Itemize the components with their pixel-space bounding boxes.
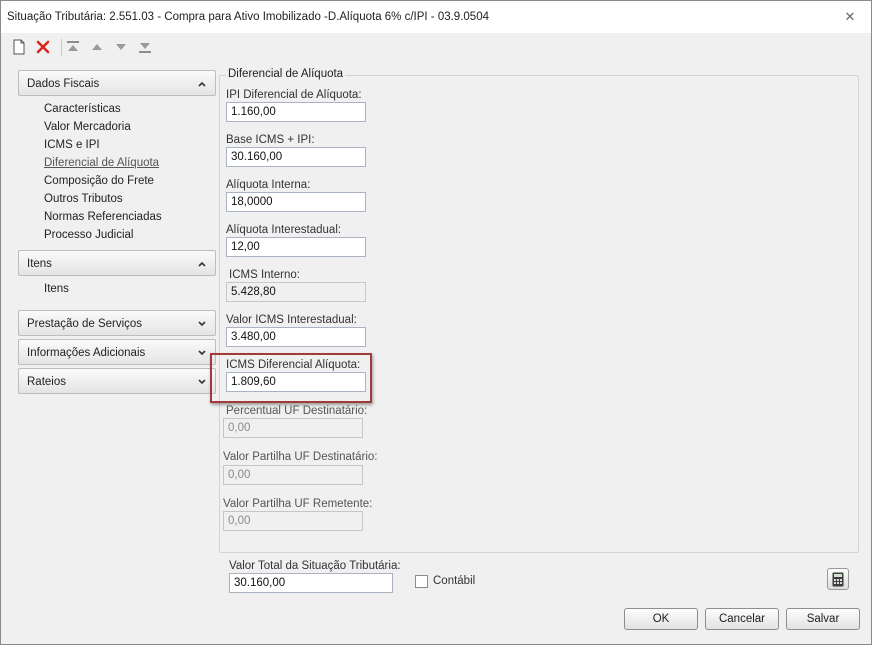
ipi-diferencial-input[interactable]	[226, 102, 366, 122]
move-up-icon[interactable]	[87, 37, 107, 57]
valor-partilha-uf-remetente-input	[223, 511, 363, 531]
itens-items: Itens	[18, 276, 216, 308]
valor-partilha-uf-remetente-label: Valor Partilha UF Remetente:	[223, 498, 373, 510]
group-title: Diferencial de Alíquota	[226, 68, 346, 80]
window-title: Situação Tributária: 2.551.03 - Compra p…	[7, 11, 489, 23]
save-button[interactable]: Salvar	[786, 608, 860, 630]
chevron-up-icon	[198, 261, 206, 267]
sidebar-item-normas-referenciadas[interactable]: Normas Referenciadas	[44, 208, 216, 226]
sidebar: Dados Fiscais Características Valor Merc…	[18, 70, 216, 394]
aliquota-interestadual-label: Alíquota Interestadual:	[226, 224, 342, 236]
section-label: Dados Fiscais	[27, 78, 100, 90]
aliquota-interna-input[interactable]	[226, 192, 366, 212]
chevron-up-icon	[198, 81, 206, 87]
icms-interno-label: ICMS Interno:	[229, 269, 300, 281]
valor-icms-interestadual-label: Valor ICMS Interestadual:	[226, 314, 357, 326]
chevron-down-icon	[198, 350, 206, 356]
toolbar	[7, 37, 157, 59]
sidebar-item-icms-ipi[interactable]: ICMS e IPI	[44, 136, 216, 154]
move-last-icon[interactable]	[135, 37, 155, 57]
contabil-checkbox[interactable]	[415, 575, 428, 588]
section-prestacao-servicos[interactable]: Prestação de Serviços	[18, 310, 216, 336]
close-icon[interactable]: ✕	[843, 10, 857, 24]
valor-icms-interestadual-input[interactable]	[226, 327, 366, 347]
icms-diferencial-aliquota-label: ICMS Diferencial Alíquota:	[226, 359, 361, 371]
base-icms-ipi-label: Base ICMS + IPI:	[226, 134, 315, 146]
percentual-uf-destinatario-label: Percentual UF Destinatário:	[226, 405, 368, 417]
sidebar-item-diferencial-aliquota[interactable]: Diferencial de Alíquota	[44, 154, 216, 172]
delete-icon[interactable]	[33, 37, 53, 57]
section-label: Itens	[27, 258, 52, 270]
ok-button[interactable]: OK	[624, 608, 698, 630]
title-bar: Situação Tributária: 2.551.03 - Compra p…	[1, 1, 871, 33]
section-informacoes-adicionais[interactable]: Informações Adicionais	[18, 339, 216, 365]
sidebar-item-outros-tributos[interactable]: Outros Tributos	[44, 190, 216, 208]
icms-interno-input	[226, 282, 366, 302]
move-first-icon[interactable]	[63, 37, 83, 57]
aliquota-interestadual-input[interactable]	[226, 237, 366, 257]
sidebar-item-composicao-frete[interactable]: Composição do Frete	[44, 172, 216, 190]
percentual-uf-destinatario-input	[223, 418, 363, 438]
dados-fiscais-items: Características Valor Mercadoria ICMS e …	[18, 96, 216, 248]
section-label: Prestação de Serviços	[27, 318, 143, 330]
section-itens[interactable]: Itens	[18, 250, 216, 276]
base-icms-ipi-input[interactable]	[226, 147, 366, 167]
move-down-icon[interactable]	[111, 37, 131, 57]
sidebar-item-valor-mercadoria[interactable]: Valor Mercadoria	[44, 118, 216, 136]
calculator-button[interactable]	[827, 568, 849, 590]
valor-total-input[interactable]	[229, 573, 393, 593]
sidebar-item-processo-judicial[interactable]: Processo Judicial	[44, 226, 216, 244]
toolbar-separator	[61, 39, 62, 56]
new-document-icon[interactable]	[9, 37, 29, 57]
cancel-button[interactable]: Cancelar	[705, 608, 779, 630]
valor-partilha-uf-destinatario-label: Valor Partilha UF Destinatário:	[223, 451, 378, 463]
section-label: Informações Adicionais	[27, 347, 146, 359]
section-rateios[interactable]: Rateios	[18, 368, 216, 394]
sidebar-item-itens[interactable]: Itens	[44, 280, 216, 298]
dialog-window: Situação Tributária: 2.551.03 - Compra p…	[0, 0, 872, 645]
valor-total-label: Valor Total da Situação Tributária:	[229, 560, 401, 572]
contabil-label: Contábil	[433, 575, 476, 587]
aliquota-interna-label: Alíquota Interna:	[226, 179, 311, 191]
calculator-icon	[832, 572, 844, 586]
valor-partilha-uf-destinatario-input	[223, 465, 363, 485]
chevron-down-icon	[198, 379, 206, 385]
section-dados-fiscais[interactable]: Dados Fiscais	[18, 70, 216, 96]
sidebar-item-caracteristicas[interactable]: Características	[44, 100, 216, 118]
section-label: Rateios	[27, 376, 66, 388]
ipi-diferencial-label: IPI Diferencial de Alíquota:	[226, 89, 362, 101]
chevron-down-icon	[198, 321, 206, 327]
icms-diferencial-aliquota-input[interactable]	[226, 372, 366, 392]
